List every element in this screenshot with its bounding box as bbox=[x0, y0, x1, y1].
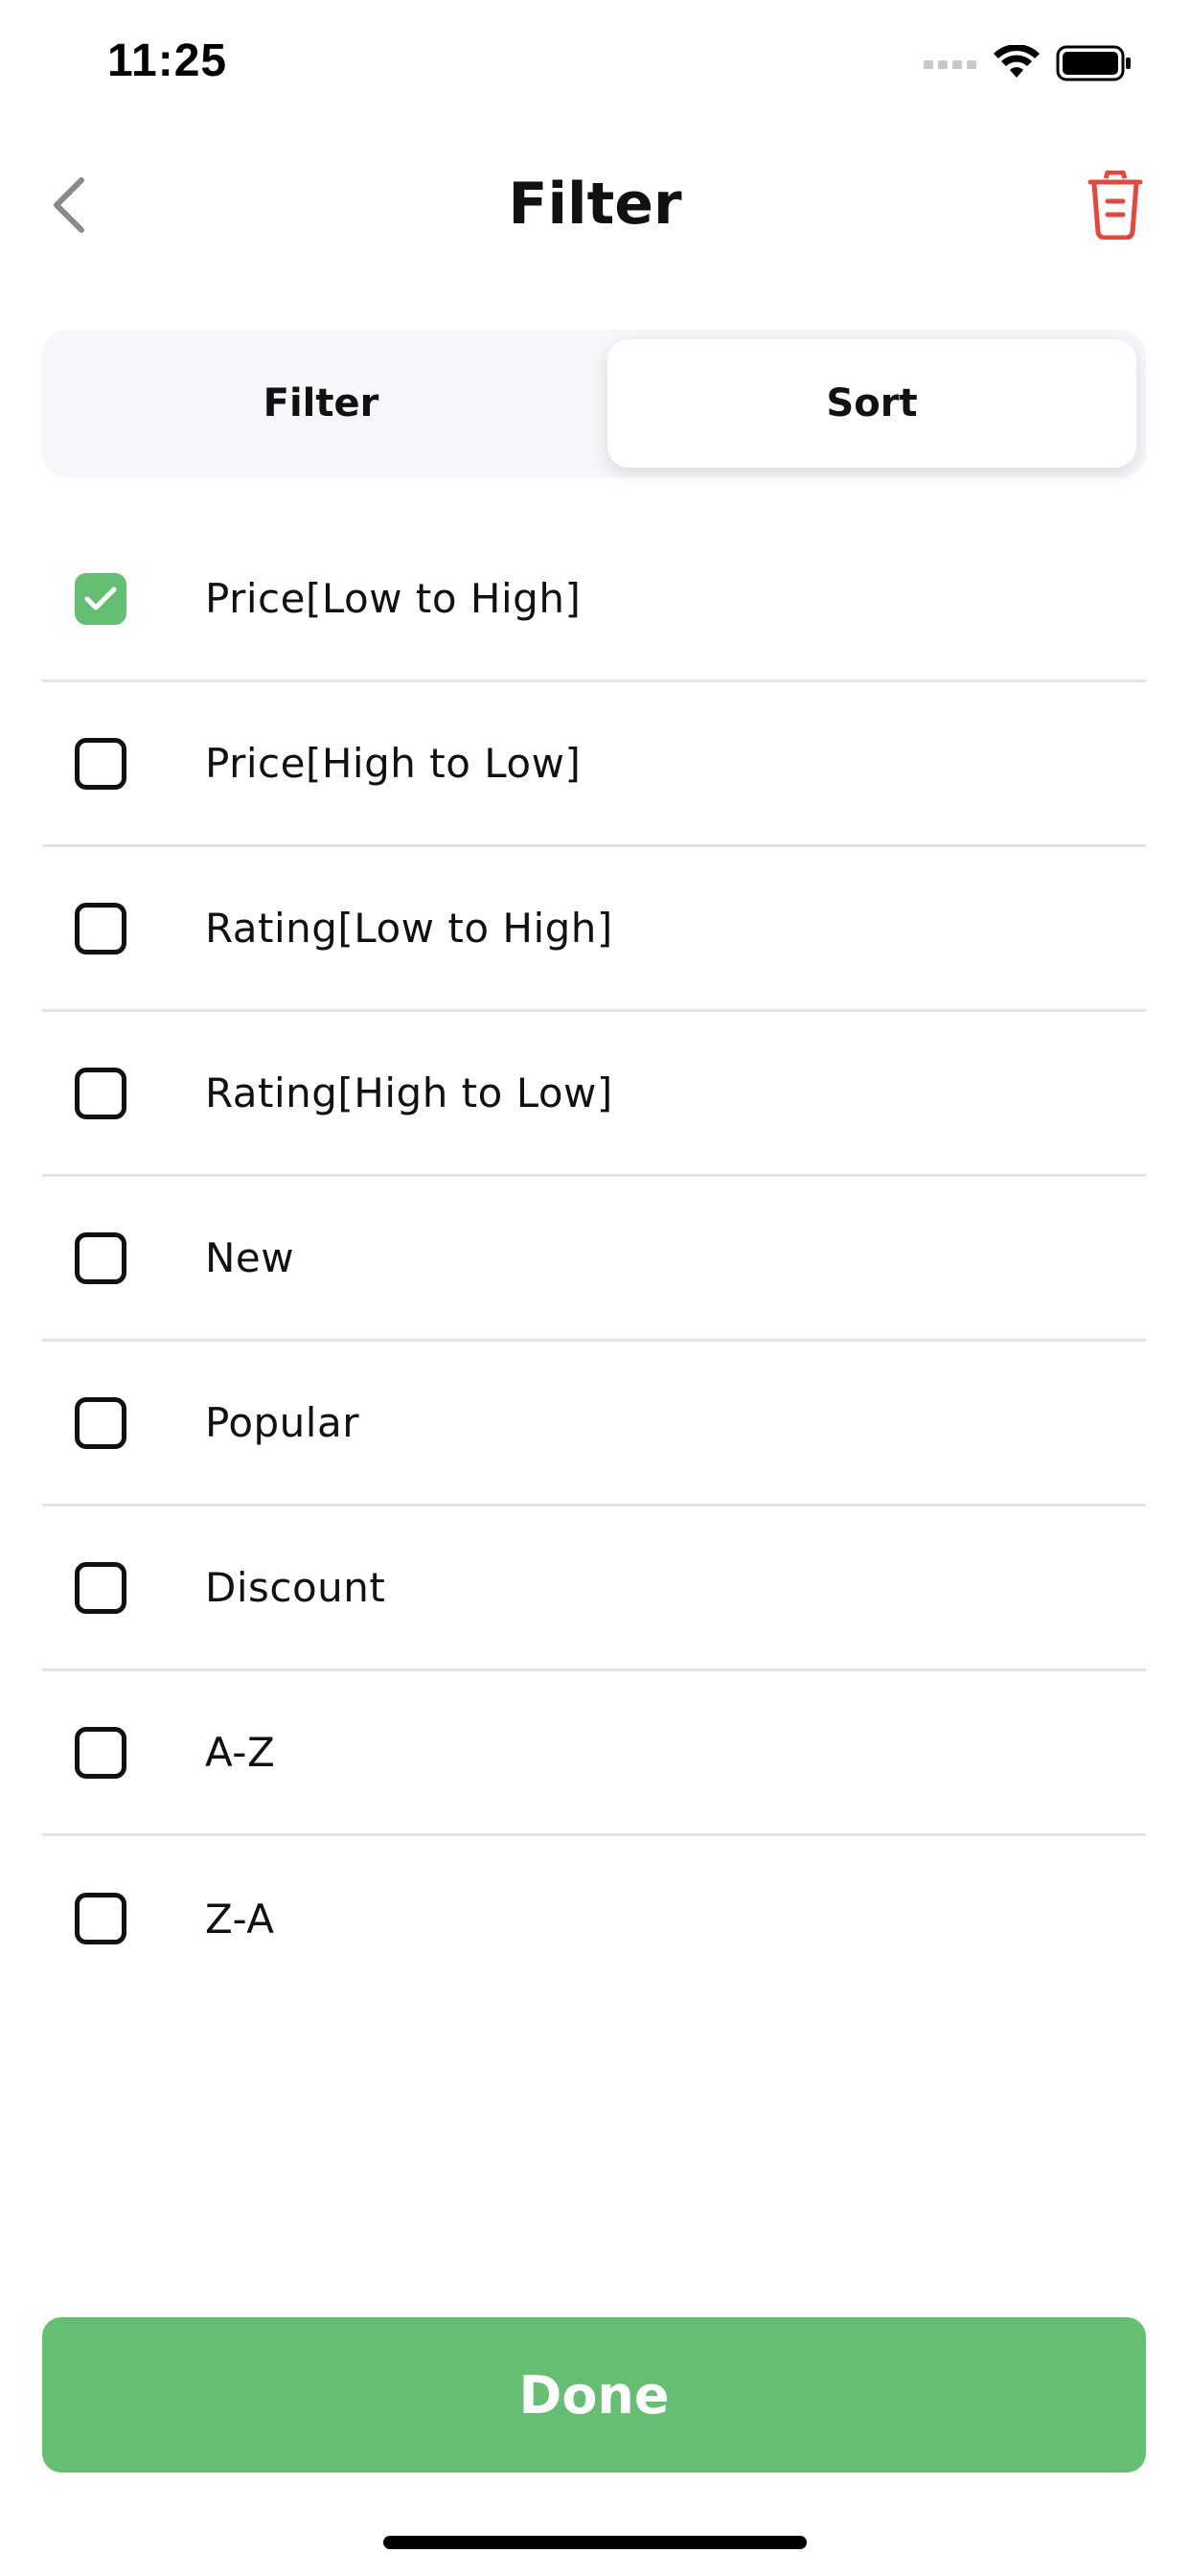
sort-option-rating-high-low[interactable]: Rating[High to Low] bbox=[42, 1012, 1146, 1177]
sort-option-popular[interactable]: Popular bbox=[42, 1342, 1146, 1506]
sort-option-label: Price[Low to High] bbox=[205, 575, 582, 622]
sort-option-label: Price[High to Low] bbox=[205, 740, 582, 787]
sort-options-list: Price[Low to High] Price[High to Low] Ra… bbox=[42, 518, 1146, 2001]
status-bar: 11:25 bbox=[0, 0, 1190, 130]
status-time: 11:25 bbox=[107, 35, 228, 86]
checkmark-icon bbox=[84, 586, 117, 610]
sort-option-discount[interactable]: Discount bbox=[42, 1506, 1146, 1671]
sort-option-label: New bbox=[205, 1234, 295, 1281]
checkbox[interactable] bbox=[75, 1893, 126, 1944]
checkbox[interactable] bbox=[75, 1231, 126, 1284]
sort-option-label: Rating[Low to High] bbox=[205, 905, 613, 952]
sort-option-label: Discount bbox=[205, 1564, 386, 1611]
sort-option-label: Rating[High to Low] bbox=[205, 1070, 613, 1116]
checkbox[interactable] bbox=[75, 1726, 126, 1779]
tab-sort[interactable]: Sort bbox=[607, 339, 1136, 468]
checkbox[interactable] bbox=[75, 1067, 126, 1119]
status-icons bbox=[924, 44, 1133, 86]
page-title: Filter bbox=[508, 171, 682, 238]
home-indicator bbox=[383, 2536, 807, 2549]
sort-option-new[interactable]: New bbox=[42, 1177, 1146, 1342]
done-button[interactable]: Done bbox=[42, 2317, 1146, 2472]
checkbox[interactable] bbox=[75, 1561, 126, 1614]
delete-button[interactable] bbox=[1079, 167, 1152, 247]
battery-icon bbox=[1056, 45, 1133, 85]
trash-icon bbox=[1087, 170, 1144, 243]
sort-option-label: Z-A bbox=[205, 1895, 275, 1943]
checkbox[interactable] bbox=[75, 902, 126, 954]
sort-option-price-high-low[interactable]: Price[High to Low] bbox=[42, 682, 1146, 847]
wifi-icon bbox=[993, 44, 1041, 85]
sort-option-rating-low-high[interactable]: Rating[Low to High] bbox=[42, 847, 1146, 1012]
sort-option-label: A-Z bbox=[205, 1729, 276, 1776]
filter-sort-segmented-control: Filter Sort bbox=[42, 330, 1146, 477]
sort-option-a-z[interactable]: A-Z bbox=[42, 1671, 1146, 1836]
sort-option-z-a[interactable]: Z-A bbox=[42, 1836, 1146, 2001]
signal-dots-icon bbox=[924, 57, 977, 75]
nav-bar: Filter bbox=[0, 130, 1190, 284]
checkbox-checked[interactable] bbox=[75, 572, 126, 625]
sort-option-price-low-high[interactable]: Price[Low to High] bbox=[42, 518, 1146, 682]
sort-option-label: Popular bbox=[205, 1399, 359, 1446]
checkbox[interactable] bbox=[75, 737, 126, 790]
tab-filter[interactable]: Filter bbox=[48, 339, 594, 468]
checkbox[interactable] bbox=[75, 1396, 126, 1449]
